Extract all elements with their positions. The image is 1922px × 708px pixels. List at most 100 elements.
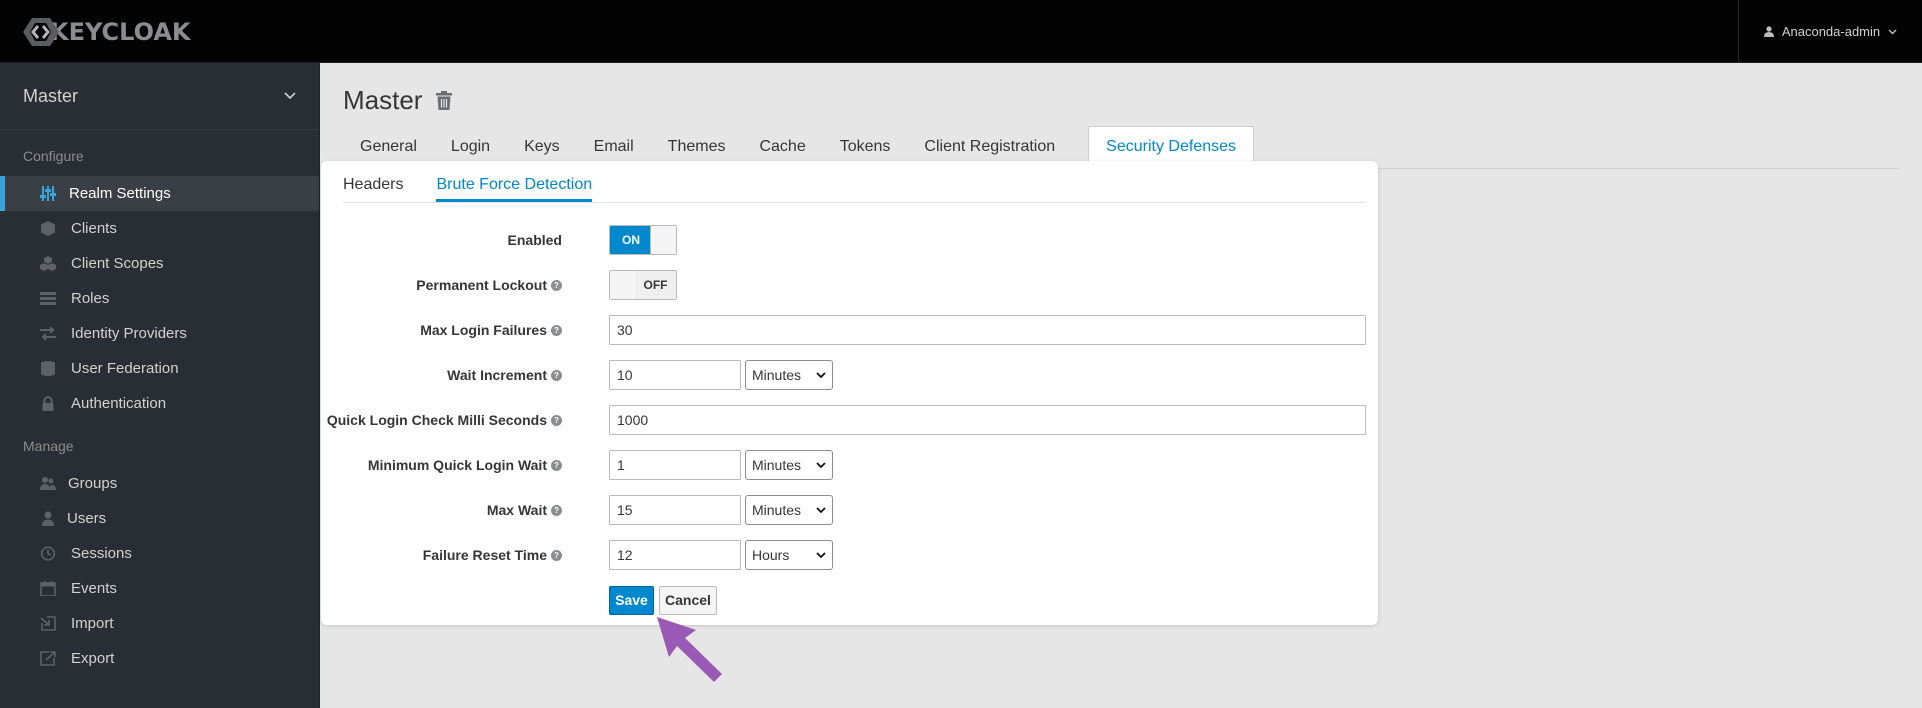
sidebar-item-roles[interactable]: Roles [0,281,319,316]
sidebar-item-user-federation[interactable]: User Federation [0,351,319,386]
sidebar-item-label: User Federation [71,360,179,377]
chevron-down-icon [816,462,826,469]
user-menu[interactable]: Anaconda-admin [1738,0,1922,63]
help-icon[interactable]: ? [551,459,562,471]
sidebar-item-label: Authentication [71,395,167,412]
chevron-down-icon [816,507,826,514]
sidebar-item-label: Client Scopes [71,255,164,272]
save-button[interactable]: Save [609,586,654,615]
toggle-off-state: OFF [635,271,676,299]
field-row-max-login-failures: Max Login Failures? 30 [321,315,1378,345]
sidebar-item-clients[interactable]: Clients [0,211,319,246]
sidebar-item-events[interactable]: Events [0,571,319,606]
field-row-enabled: Enabled ON [321,225,1378,255]
lock-icon [42,396,54,411]
sidebar-item-groups[interactable]: Groups [0,466,319,501]
field-row-wait-increment: Wait Increment? 10 Minutes [321,360,1378,390]
permanent-lockout-label: Permanent Lockout [416,277,547,293]
failure-reset-time-input[interactable]: 12 [609,540,741,570]
subtab-brute-force-detection[interactable]: Brute Force Detection [436,176,593,202]
exchange-icon [40,326,56,341]
cancel-button[interactable]: Cancel [659,586,717,615]
wait-increment-unit-select[interactable]: Minutes [745,360,833,390]
select-value: Minutes [752,457,802,473]
trash-icon[interactable] [436,91,453,110]
user-icon [42,511,54,526]
max-login-failures-input[interactable]: 30 [609,315,1366,345]
page-title-text: Master [343,85,423,115]
cube-icon [41,221,55,236]
user-name: Anaconda-admin [1781,24,1881,39]
sidebar-item-sessions[interactable]: Sessions [0,536,319,571]
enabled-toggle[interactable]: ON [609,225,677,255]
section-manage: Manage [23,438,74,454]
field-row-permanent-lockout: Permanent Lockout? OFF [321,270,1378,300]
sidebar-item-realm-settings[interactable]: Realm Settings [0,176,319,211]
field-label: Max Wait? [487,502,562,518]
field-label: Failure Reset Time? [423,547,562,563]
field-label: Max Login Failures? [420,322,562,338]
field-label: Quick Login Check Milli Seconds? [327,412,562,428]
section-configure: Configure [23,148,84,164]
max-login-failures-label: Max Login Failures [420,322,547,338]
sidebar-item-label: Identity Providers [71,325,187,342]
help-icon[interactable]: ? [551,369,562,381]
sidebar-item-label: Roles [71,290,110,307]
help-icon[interactable]: ? [551,549,562,561]
permanent-lockout-toggle[interactable]: OFF [609,270,677,300]
sidebar-item-client-scopes[interactable]: Client Scopes [0,246,319,281]
help-icon[interactable]: ? [551,414,562,426]
field-row-failure-reset-time: Failure Reset Time? 12 Hours [321,540,1378,570]
max-wait-unit-select[interactable]: Minutes [745,495,833,525]
users-icon [40,477,56,490]
sliders-icon [40,186,56,201]
list-icon [40,292,56,305]
import-icon [40,616,56,631]
select-value: Minutes [752,502,802,518]
failure-reset-time-unit-select[interactable]: Hours [745,540,833,570]
sidebar-item-export[interactable]: Export [0,641,319,676]
wait-increment-label: Wait Increment [447,367,547,383]
sidebar-item-import[interactable]: Import [0,606,319,641]
sidebar-item-identity-providers[interactable]: Identity Providers [0,316,319,351]
keycloak-logo[interactable]: KEYCLOAK [22,17,191,47]
field-label: Wait Increment? [447,367,562,383]
calendar-icon [40,581,56,596]
field-label: Enabled [508,232,562,248]
sidebar-item-label: Users [67,510,107,527]
chevron-down-icon [816,372,826,379]
wait-increment-input[interactable]: 10 [609,360,741,390]
annotation-arrow-icon [657,617,722,682]
subtab-headers[interactable]: Headers [343,176,403,202]
enabled-label: Enabled [507,232,562,248]
quick-login-check-input[interactable]: 1000 [609,405,1366,435]
sidebar-item-label: Realm Settings [69,185,171,202]
min-quick-login-wait-unit-select[interactable]: Minutes [745,450,833,480]
field-label: Permanent Lockout? [416,277,562,293]
sidebar-item-label: Import [71,615,114,632]
toggle-knob [610,271,636,299]
select-value: Minutes [752,367,802,383]
logo-text: KEYCLOAK [50,18,191,46]
min-quick-login-wait-label: Minimum Quick Login Wait [367,457,547,473]
sidebar-item-label: Sessions [71,545,132,562]
database-icon [41,361,55,376]
quick-login-check-label: Quick Login Check Milli Seconds [326,412,547,428]
sidebar-item-label: Groups [68,475,118,492]
sidebar-item-authentication[interactable]: Authentication [0,386,319,421]
realm-selector[interactable]: Master [0,63,319,130]
min-quick-login-wait-input[interactable]: 1 [609,450,741,480]
sidebar-item-users[interactable]: Users [0,501,319,536]
max-wait-label: Max Wait [486,502,547,518]
failure-reset-time-label: Failure Reset Time [422,547,547,563]
page-title: Master [343,85,453,116]
form-actions: Save Cancel [321,586,1378,616]
help-icon[interactable]: ? [551,504,562,516]
help-icon[interactable]: ? [551,324,562,336]
top-navbar: KEYCLOAK Anaconda-admin [0,0,1922,63]
max-wait-input[interactable]: 15 [609,495,741,525]
cubes-icon [40,256,56,271]
help-icon[interactable]: ? [551,279,562,291]
field-row-minimum-quick-login-wait: Minimum Quick Login Wait? 1 Minutes [321,450,1378,480]
sidebar: Master Configure Realm Settings Clients … [0,63,320,708]
